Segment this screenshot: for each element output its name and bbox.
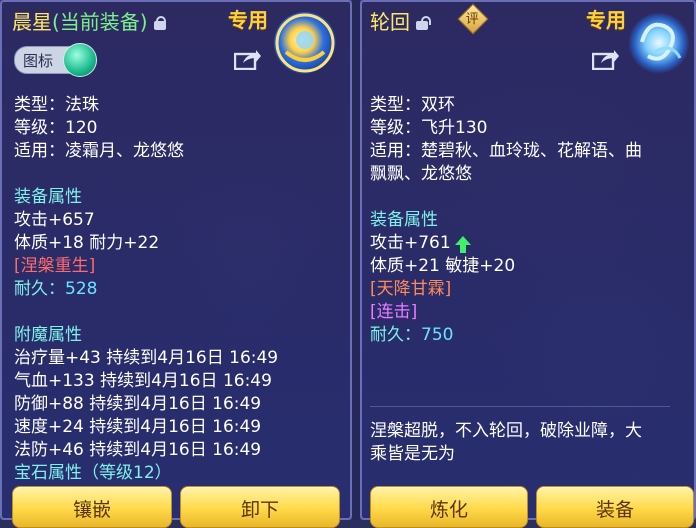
equip-button-label: 装备 <box>595 499 634 521</box>
gem-attr-line: 宝石属性（等级12） <box>14 463 172 483</box>
stats-line: 体质+21 敏捷+20 <box>370 256 516 276</box>
share-icon[interactable] <box>233 48 262 71</box>
equip-attr-heading: 装备属性 <box>370 210 438 230</box>
usable-line-cont: 飘飘、龙悠悠 <box>370 164 472 184</box>
inlay-button[interactable]: 镶嵌 <box>12 486 172 528</box>
enchant-heading: 附魔属性 <box>14 325 82 345</box>
rating-label: 评 <box>465 12 479 28</box>
level-line: 等级：飞升130 <box>370 118 488 138</box>
special-skill: [天降甘霖] <box>370 279 452 299</box>
exclusive-tag: 专用 <box>586 8 626 32</box>
durability-value: 750 <box>421 325 454 345</box>
attack-line: 攻击+761 <box>370 232 471 254</box>
durability-value: 528 <box>65 279 98 299</box>
compare-equipment-panel: 轮回 专用 类型：双环 等级：飞升130 适用：楚碧秋、血玲珑、花解语、曲 飘飘… <box>360 0 696 528</box>
separator <box>370 406 670 407</box>
special-skill: [连击] <box>370 302 418 322</box>
inlay-button-label: 镶嵌 <box>72 499 111 521</box>
refine-button-label: 炼化 <box>429 499 468 521</box>
panel-divider <box>352 0 360 520</box>
enchant-line: 法防+46 持续到4月16日 16:49 <box>14 440 262 460</box>
durability-label: 耐久： <box>14 279 65 299</box>
unequip-button-label: 卸下 <box>240 499 279 521</box>
enchant-line: 防御+88 持续到4月16日 16:49 <box>14 394 262 414</box>
item-title: 轮回 <box>370 6 431 35</box>
orb-item-icon <box>274 12 336 74</box>
durability-line: 耐久：528 <box>14 278 97 300</box>
special-skill: [涅槃重生] <box>14 256 96 276</box>
attack-line: 攻击+657 <box>14 210 95 230</box>
icon-toggle-label: 图标 <box>23 52 54 70</box>
icon-toggle[interactable]: 图标 <box>14 43 97 77</box>
type-line: 类型：法珠 <box>14 95 99 115</box>
unlock-icon[interactable] <box>416 16 431 30</box>
durability-label: 耐久： <box>370 325 421 345</box>
durability-line: 耐久：750 <box>370 324 453 346</box>
enchant-line: 速度+24 持续到4月16日 16:49 <box>14 417 262 437</box>
share-icon[interactable] <box>591 48 620 71</box>
type-line: 类型：双环 <box>370 95 455 115</box>
level-line: 等级：120 <box>14 118 98 138</box>
toggle-knob <box>63 43 97 77</box>
description-line: 涅槃超脱，不入轮回，破除业障，大 <box>370 421 642 441</box>
current-equipped-label: (当前装备) <box>52 10 148 34</box>
equip-button[interactable]: 装备 <box>536 486 694 528</box>
item-name: 晨星 <box>12 10 52 34</box>
item-name: 轮回 <box>370 10 410 34</box>
enchant-line: 治疗量+43 持续到4月16日 16:49 <box>14 348 279 368</box>
ring-item-icon <box>628 12 690 74</box>
equip-attr-heading: 装备属性 <box>14 187 82 207</box>
lock-icon[interactable] <box>153 16 166 30</box>
exclusive-tag: 专用 <box>228 8 268 32</box>
refine-button[interactable]: 炼化 <box>370 486 528 528</box>
current-equipment-panel: 晨星(当前装备) 专用 图标 类型：法珠 等级：120 适用：凌霜月、龙悠悠 装… <box>0 0 352 528</box>
unequip-button[interactable]: 卸下 <box>180 486 340 528</box>
usable-line: 适用：楚碧秋、血玲珑、花解语、曲 <box>370 141 642 161</box>
description-line-cont: 乘皆是无为 <box>370 444 455 464</box>
stats-line: 体质+18 耐力+22 <box>14 233 160 253</box>
item-title: 晨星(当前装备) <box>12 6 166 35</box>
usable-line: 适用：凌霜月、龙悠悠 <box>14 141 184 161</box>
up-arrow-icon <box>454 236 471 253</box>
attack-value: 攻击+761 <box>370 233 451 253</box>
enchant-line: 气血+133 持续到4月16日 16:49 <box>14 371 272 391</box>
